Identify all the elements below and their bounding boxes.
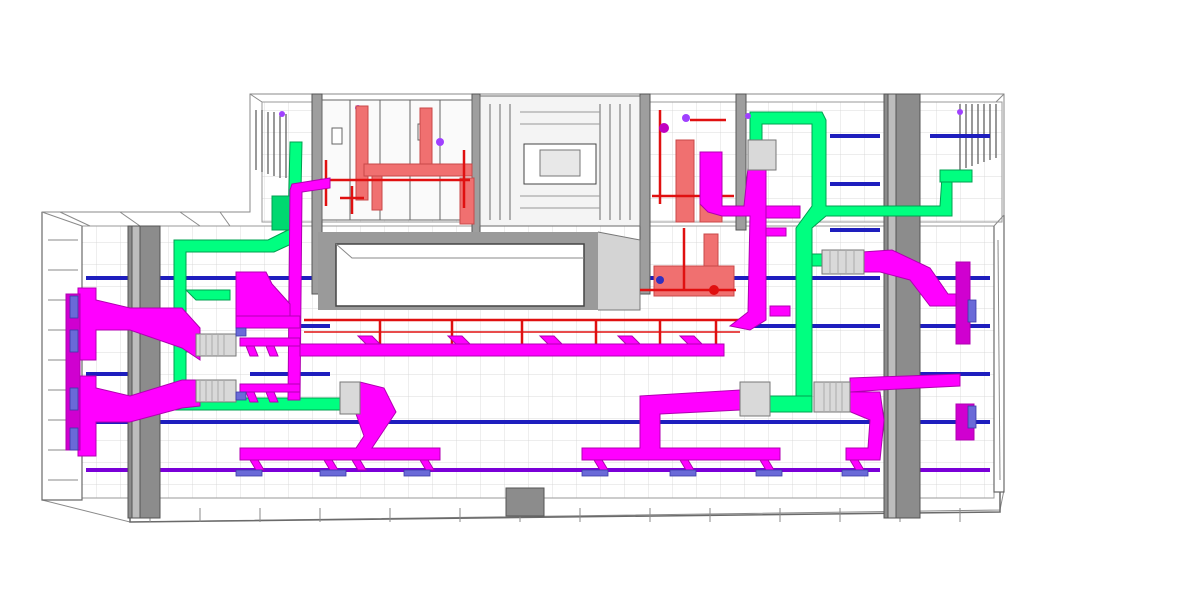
fcu-east-north <box>821 249 865 275</box>
bim-model-viewport[interactable] <box>0 0 1184 592</box>
wc-fixture <box>331 127 343 145</box>
fcu-west-2 <box>195 379 237 403</box>
stair-core <box>479 95 641 227</box>
fcu-west-1 <box>195 333 237 357</box>
column-south-stub <box>505 487 545 517</box>
supply-branch-central <box>299 343 725 357</box>
fcu-south-west <box>339 381 361 415</box>
fcu-south-east <box>739 381 771 417</box>
mep-floor-model <box>41 93 1005 523</box>
fcu-riser-east <box>747 139 777 171</box>
fcu-east-mid <box>813 381 851 413</box>
atrium-void <box>318 231 641 311</box>
wall-core-2 <box>639 93 651 295</box>
